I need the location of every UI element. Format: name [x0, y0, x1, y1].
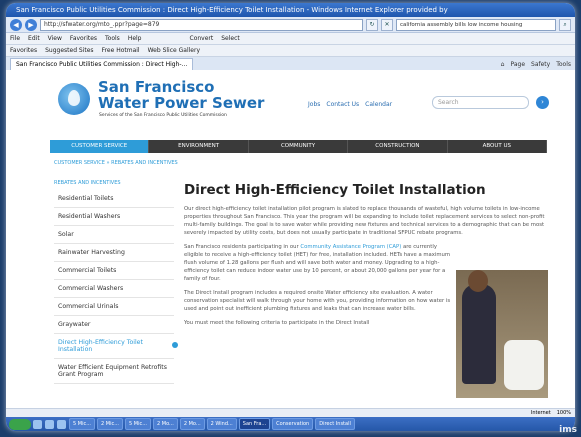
criteria-paragraph: You must meet the following criteria to …	[184, 320, 370, 326]
taskbar-item[interactable]: 2 Mo...	[153, 418, 178, 430]
nav-about-us[interactable]: ABOUT US	[448, 140, 548, 153]
sidebar-item-commercial-washers[interactable]: Commercial Washers	[54, 280, 174, 298]
zoom-level[interactable]: 100%	[557, 410, 571, 416]
photo-person-head	[468, 270, 488, 292]
menu-edit[interactable]: Edit	[28, 35, 40, 42]
nav-environment[interactable]: ENVIRONMENT	[149, 140, 249, 153]
link-calendar[interactable]: Calendar	[365, 101, 392, 108]
main-nav: CUSTOMER SERVICE ENVIRONMENT COMMUNITY C…	[50, 140, 548, 153]
nav-customer-service[interactable]: CUSTOMER SERVICE	[50, 140, 150, 153]
sidebar-item-commercial-toilets[interactable]: Commercial Toilets	[54, 262, 174, 280]
site-search-input[interactable]: Search	[432, 96, 529, 109]
forward-button[interactable]: ▶	[25, 18, 37, 31]
sidebar-item-direct-het-installation[interactable]: Direct High-Efficiency Toilet Installati…	[54, 334, 178, 359]
home-icon[interactable]: ⌂	[501, 61, 505, 68]
start-button[interactable]	[9, 418, 31, 430]
security-zone: Internet	[530, 410, 551, 416]
taskbar-item[interactable]: 2 Wind...	[206, 418, 237, 430]
breadcrumb[interactable]: CUSTOMER SERVICE » REBATES AND INCENTIVE…	[54, 160, 178, 166]
command-bar: ⌂ Page Safety Tools	[501, 61, 571, 68]
intro-paragraph: Our direct high-efficiency toilet instal…	[184, 206, 545, 236]
window-title: San Francisco Public Utilities Commissio…	[6, 3, 575, 17]
taskbar-item[interactable]: 2 Mo...	[179, 418, 205, 430]
address-row: ◀ ▶ http://sfwater.org/mto_.ppr?page=879…	[6, 17, 575, 33]
fav-suggested-sites[interactable]: Suggested Sites	[45, 47, 93, 54]
page-title: Direct High-Efficiency Toilet Installati…	[184, 182, 486, 198]
corner-watermark: ims	[559, 425, 577, 435]
sidebar-heading: REBATES AND INCENTIVES	[54, 180, 121, 186]
quick-launch-icon[interactable]	[33, 419, 42, 429]
taskbar: 5 Mic... 2 Mic... 5 Mic... 2 Mo... 2 Mo.…	[6, 417, 575, 431]
cap-link[interactable]: Community Assistance Program (CAP)	[300, 244, 401, 250]
nav-construction[interactable]: CONSTRUCTION	[348, 140, 448, 153]
fav-free-hotmail[interactable]: Free Hotmail	[102, 47, 140, 54]
taskbar-item[interactable]: Direct Install	[315, 418, 355, 430]
photo-toilet	[504, 340, 544, 390]
sidebar-item-residential-washers[interactable]: Residential Washers	[54, 208, 174, 226]
quick-launch-icon[interactable]	[45, 419, 54, 429]
cap-paragraph: San Francisco residents participating in…	[184, 243, 452, 283]
address-bar[interactable]: http://sfwater.org/mto_.ppr?page=879	[40, 18, 363, 31]
favorites-bar: Favorites Suggested Sites Free Hotmail W…	[6, 45, 575, 57]
link-contact-us[interactable]: Contact Us	[326, 101, 359, 108]
taskbar-item[interactable]: 5 Mic...	[125, 418, 151, 430]
browser-window: San Francisco Public Utilities Commissio…	[6, 3, 575, 431]
menu-help[interactable]: Help	[128, 35, 142, 42]
brand-line-2[interactable]: Water Power Sewer	[98, 94, 264, 112]
taskbar-item[interactable]: 5 Mic...	[69, 418, 95, 430]
stop-button[interactable]: ✕	[381, 18, 393, 31]
refresh-button[interactable]: ↻	[366, 18, 378, 31]
menu-file[interactable]: File	[10, 35, 20, 42]
nav-community[interactable]: COMMUNITY	[249, 140, 349, 153]
menu-bar: File Edit View Favorites Tools Help Conv…	[6, 33, 575, 45]
browser-tab[interactable]: San Francisco Public Utilities Commissio…	[10, 57, 194, 71]
sidebar-item-rainwater-harvesting[interactable]: Rainwater Harvesting	[54, 244, 174, 262]
installer-photo	[456, 270, 548, 398]
back-button[interactable]: ◀	[10, 18, 22, 31]
cap-text-1: San Francisco residents participating in…	[184, 244, 299, 250]
favorites-button[interactable]: Favorites	[10, 47, 37, 54]
site-search-button[interactable]: ›	[536, 96, 549, 109]
sidebar-item-residential-toilets[interactable]: Residential Toilets	[54, 190, 174, 208]
search-icon[interactable]: ⌕	[559, 18, 571, 31]
sidebar-item-commercial-urinals[interactable]: Commercial Urinals	[54, 298, 174, 316]
sidebar-item-weer-grant-program[interactable]: Water Efficient Equipment Retrofits Gran…	[54, 359, 174, 384]
sidebar: REBATES AND INCENTIVES Residential Toile…	[54, 180, 178, 384]
photo-person	[462, 284, 496, 384]
quick-launch-icon[interactable]	[57, 419, 66, 429]
tools-menu[interactable]: Tools	[556, 61, 571, 68]
top-links: Jobs Contact Us Calendar	[308, 101, 392, 108]
safety-menu[interactable]: Safety	[531, 61, 550, 68]
convert-button[interactable]: Convert	[190, 35, 214, 42]
water-drop-icon	[68, 90, 80, 106]
page-menu[interactable]: Page	[510, 61, 525, 68]
taskbar-item-active[interactable]: San Fra...	[238, 418, 271, 430]
site-header: San Francisco Water Power Sewer Services…	[6, 70, 575, 132]
status-bar: Internet 100%	[6, 408, 575, 417]
menu-favorites[interactable]: Favorites	[70, 35, 97, 42]
sidebar-item-solar[interactable]: Solar	[54, 226, 174, 244]
link-jobs[interactable]: Jobs	[308, 101, 320, 108]
brand-tagline: Services of the San Francisco Public Uti…	[99, 113, 227, 118]
sidebar-item-graywater[interactable]: Graywater	[54, 316, 174, 334]
menu-tools[interactable]: Tools	[105, 35, 120, 42]
taskbar-item[interactable]: Conservation	[272, 418, 314, 430]
page-content: San Francisco Water Power Sewer Services…	[6, 70, 575, 409]
browser-search-input[interactable]: california assembly bills low income hou…	[396, 18, 556, 31]
taskbar-item[interactable]: 2 Mic...	[97, 418, 123, 430]
menu-view[interactable]: View	[48, 35, 62, 42]
fav-web-slice-gallery[interactable]: Web Slice Gallery	[148, 47, 200, 54]
select-button[interactable]: Select	[221, 35, 240, 42]
direct-install-paragraph: The Direct Install program includes a re…	[184, 290, 451, 312]
